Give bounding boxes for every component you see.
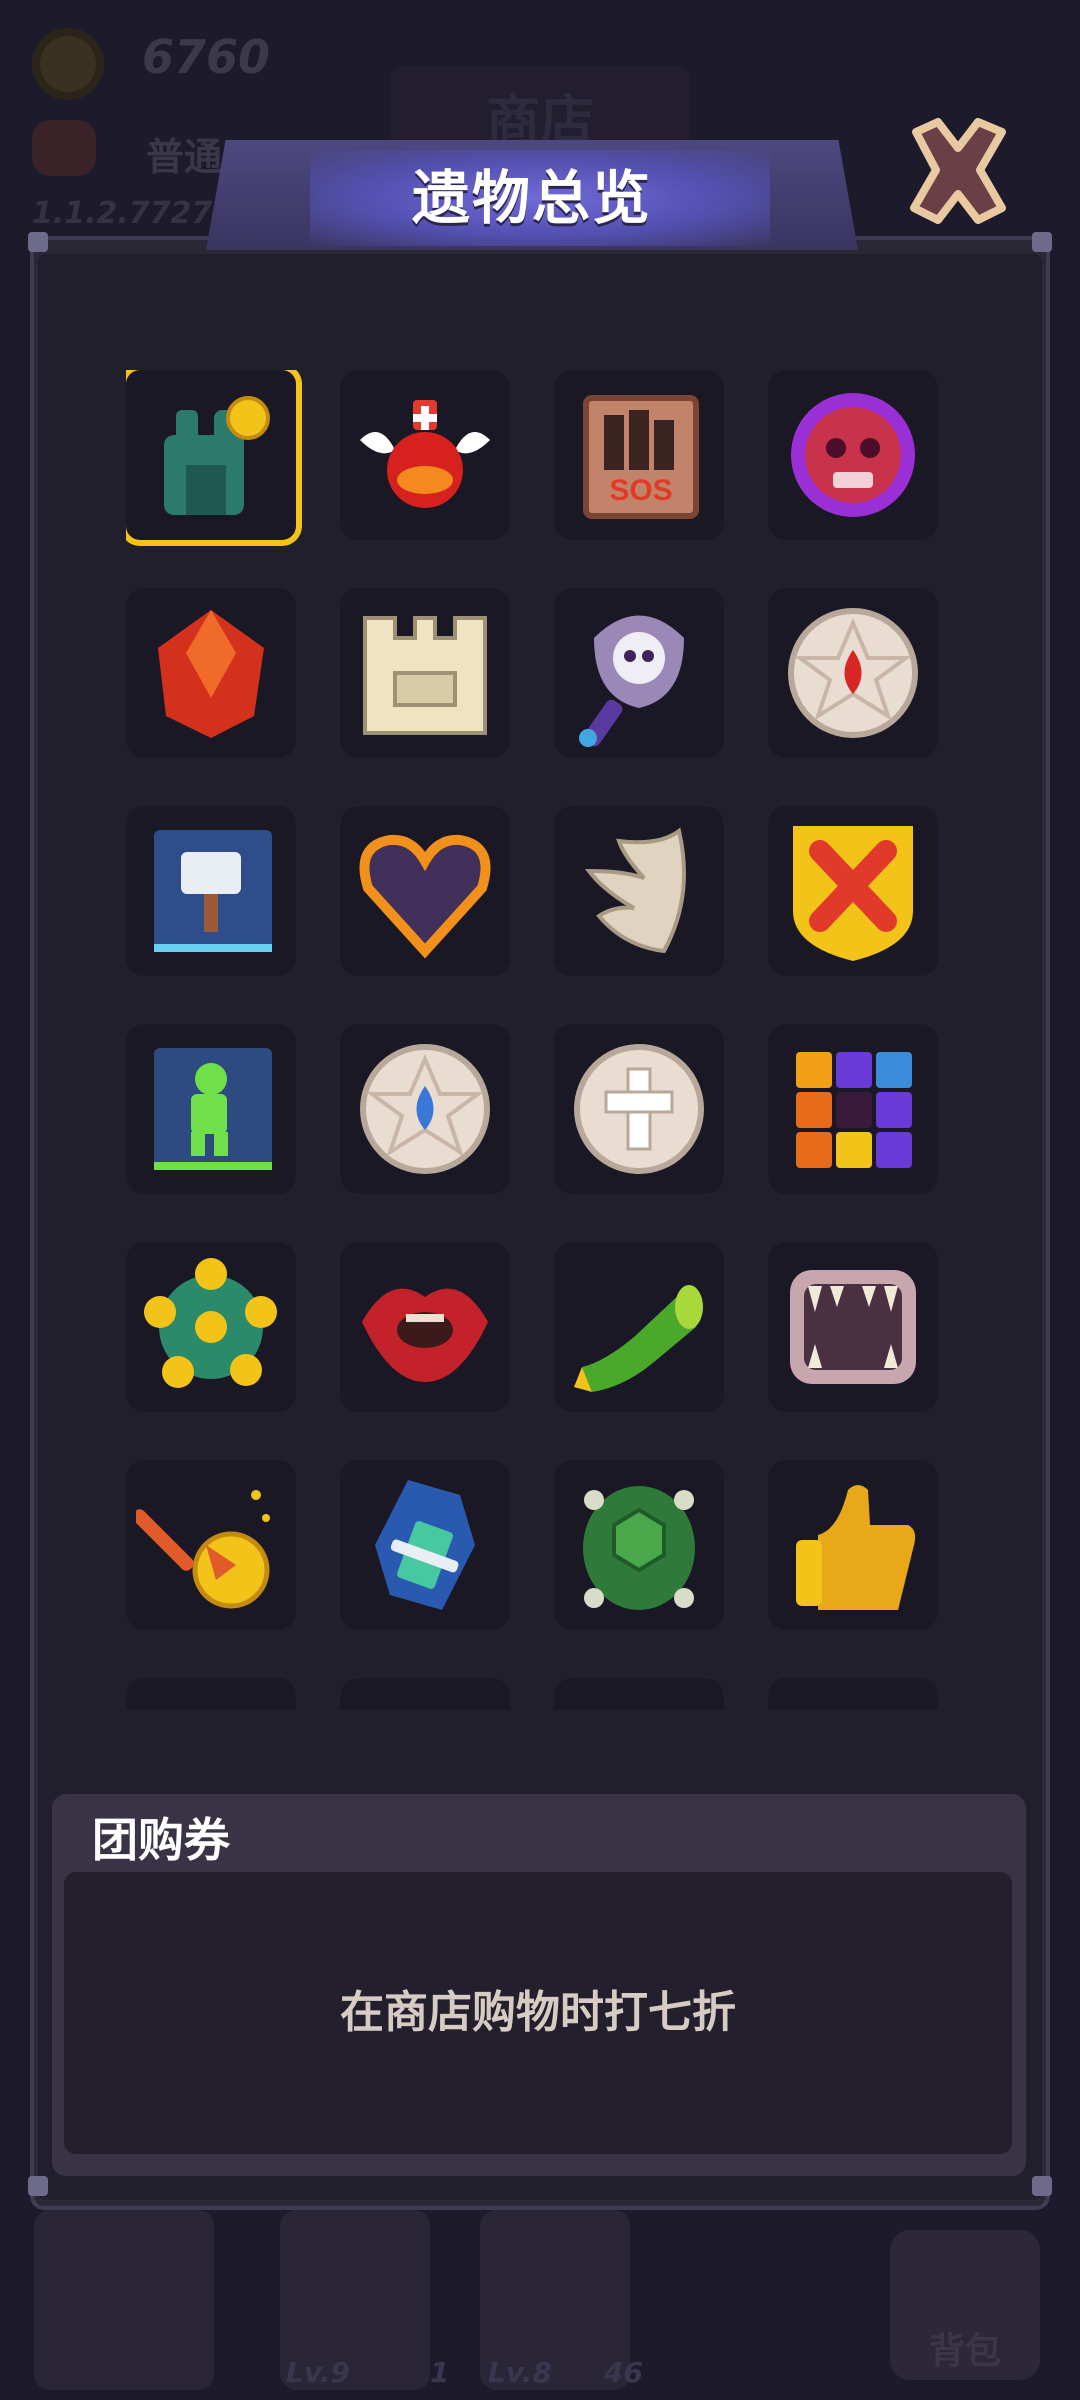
character-count: 1	[430, 2356, 450, 2389]
arrow-gold-coin-icon	[136, 1490, 270, 1609]
relic-grid: SOS	[126, 370, 946, 1710]
character-count: 46	[604, 2356, 643, 2389]
character-level: Lv.8	[488, 2356, 552, 2389]
rank-skull-icon	[32, 120, 96, 176]
green-tower-coin-icon	[164, 396, 270, 515]
relic-slot[interactable]	[126, 1678, 296, 1710]
partial-relic-icon-26	[350, 1688, 500, 1710]
relic-slot[interactable]	[126, 806, 296, 976]
relic-slot[interactable]	[768, 1460, 938, 1630]
cross-medal-icon	[574, 1044, 704, 1174]
frame-rivet	[28, 232, 48, 252]
relic-slot[interactable]	[126, 370, 296, 540]
relic-slot[interactable]: SOS	[554, 370, 724, 540]
character-level: Lv.9	[286, 2356, 350, 2389]
relic-slot[interactable]	[768, 1024, 938, 1194]
relic-slot[interactable]	[554, 1024, 724, 1194]
water-pentagram-medal-icon	[360, 1044, 490, 1174]
relic-slot[interactable]	[768, 806, 938, 976]
relic-slot[interactable]	[768, 1678, 938, 1710]
skull-battle-axe-icon	[579, 615, 684, 747]
relic-slot[interactable]	[340, 1242, 510, 1412]
close-button[interactable]	[898, 110, 1018, 230]
relic-slot[interactable]	[768, 588, 938, 758]
relic-slot[interactable]	[554, 588, 724, 758]
gold-amount: 6760	[142, 30, 271, 84]
relic-description: 在商店购物时打七折	[340, 1987, 736, 2038]
frame-rivet	[1032, 2176, 1052, 2196]
relic-slot[interactable]	[340, 1024, 510, 1194]
relic-slot[interactable]	[126, 1024, 296, 1194]
relic-slot[interactable]	[554, 1678, 724, 1710]
frame-rivet	[28, 2176, 48, 2196]
close-x-icon	[910, 118, 1006, 224]
partial-relic-icon-27	[564, 1688, 714, 1710]
angel-wing-icon	[584, 827, 686, 954]
relic-name: 团购券	[92, 1813, 230, 1867]
character-card-1	[34, 2210, 214, 2390]
empty-heart-icon	[359, 834, 491, 959]
relic-slot[interactable]	[554, 1460, 724, 1630]
red-crystal-icon	[158, 610, 264, 738]
color-grid-icon	[796, 1052, 912, 1168]
soldier-book-icon	[154, 1048, 272, 1170]
relic-slot[interactable]	[768, 1242, 938, 1412]
purple-skull-orb-icon	[791, 393, 915, 517]
blood-pentagram-medal-icon	[788, 608, 918, 738]
red-lips-icon	[362, 1288, 488, 1382]
partial-relic-icon-28	[778, 1688, 928, 1710]
hammer-book-icon	[154, 830, 272, 952]
version-text: 1.1.2.7727	[32, 196, 213, 231]
relic-slot[interactable]	[340, 806, 510, 976]
bag-button: 背包	[890, 2230, 1040, 2380]
gold-coin-icon	[32, 28, 104, 100]
relic-slot[interactable]	[340, 1460, 510, 1630]
relic-slot[interactable]	[554, 806, 724, 976]
thumbs-up-icon	[796, 1485, 916, 1610]
relic-slot[interactable]	[126, 1242, 296, 1412]
bag-label: 背包	[928, 2331, 1001, 2372]
relic-slot[interactable]	[340, 370, 510, 540]
sos-book-icon: SOS	[583, 395, 699, 519]
relic-slot[interactable]	[126, 588, 296, 758]
modal-title: 遗物总览	[411, 164, 652, 232]
partial-relic-icon-25	[136, 1688, 286, 1710]
turtle-shell-icon	[583, 1486, 695, 1610]
stone-castle-wall-icon	[363, 616, 487, 735]
frame-rivet	[1032, 232, 1052, 252]
relic-slot[interactable]	[340, 588, 510, 758]
blue-coffin-icon	[375, 1480, 475, 1610]
relic-slot[interactable]	[554, 1242, 724, 1412]
red-x-shield-icon	[793, 826, 913, 961]
relic-slot[interactable]	[126, 1460, 296, 1630]
fanged-mouth-icon	[790, 1270, 916, 1384]
golden-spiked-orb-icon	[144, 1258, 277, 1388]
relic-slot[interactable]	[340, 1678, 510, 1710]
svg-text:SOS: SOS	[609, 474, 672, 507]
health-potion-wings-icon	[360, 400, 490, 508]
relic-slot[interactable]	[768, 370, 938, 540]
green-horn-icon	[574, 1285, 703, 1392]
